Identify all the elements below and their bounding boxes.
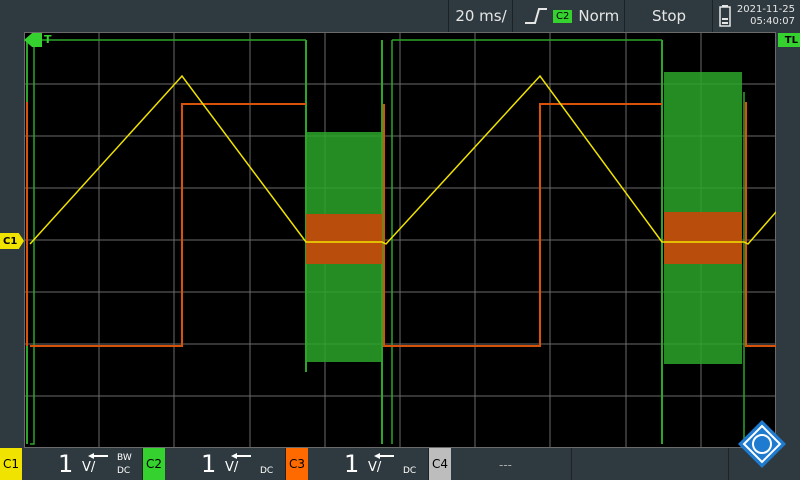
trigger-level-marker[interactable]: TL (778, 33, 800, 47)
trigger-position-label: T (44, 33, 52, 46)
status-area: 2021-11-25 05:40:07 (712, 0, 800, 32)
waveform-display[interactable] (24, 32, 777, 448)
channel3-trace (26, 102, 776, 347)
date-time: 2021-11-25 05:40:07 (737, 4, 795, 28)
channel3-burst-2 (664, 212, 742, 264)
channel4-placeholder: --- (499, 458, 512, 472)
battery-icon (719, 5, 731, 27)
grid (24, 32, 776, 448)
trigger-control[interactable]: C2 Norm (512, 0, 625, 32)
channel1-tag: C1 (0, 448, 22, 480)
channel2-trace (26, 39, 745, 445)
waveform-svg (24, 32, 777, 448)
timebase-control[interactable]: 20 ms/ (448, 0, 513, 32)
date-label: 2021-11-25 (736, 4, 795, 15)
channel4-tag: C4 (429, 448, 451, 480)
channel1-coupling: DC (117, 466, 131, 476)
channel2-settings[interactable]: C2 1 V/ DC (143, 448, 286, 480)
channel3-burst-1 (306, 214, 382, 264)
channel2-unit: V/ (225, 460, 239, 475)
channel3-scale: 1 (344, 450, 360, 478)
channel1-bandwidth-label: BW (117, 453, 132, 463)
probe-arrow-icon (231, 453, 251, 459)
right-margin (776, 32, 800, 448)
rohde-schwarz-logo (738, 420, 786, 468)
trigger-mode: Norm (578, 7, 620, 25)
probe-arrow-icon (88, 453, 108, 459)
channel4-settings[interactable]: C4 --- (429, 448, 572, 480)
channel3-coupling: DC (403, 466, 417, 476)
time-label: 05:40:07 (750, 16, 795, 27)
channel2-tag: C2 (143, 448, 165, 480)
run-stop-button[interactable]: Stop (624, 0, 713, 32)
rising-edge-icon (525, 8, 547, 24)
channel1-unit: V/ (82, 460, 96, 475)
channel1-settings[interactable]: C1 1 V/ BW DC (0, 448, 143, 480)
channel2-coupling: DC (260, 466, 274, 476)
trigger-source-badge: C2 (553, 9, 573, 23)
channel1-scale: 1 (58, 450, 74, 478)
top-status-bar: 20 ms/ C2 Norm Stop 2021-11-25 05:40:07 (0, 0, 800, 32)
channel-bar: C1 1 V/ BW DC C2 1 V/ DC C3 1 V/ DC C4 -… (0, 420, 800, 480)
channel3-unit: V/ (368, 460, 382, 475)
empty-slot (572, 448, 729, 480)
channel3-tag: C3 (286, 448, 308, 480)
channel2-scale: 1 (201, 450, 217, 478)
channel3-settings[interactable]: C3 1 V/ DC (286, 448, 429, 480)
timebase-value: 20 ms/ (455, 7, 507, 25)
probe-arrow-icon (374, 453, 394, 459)
run-state-label: Stop (651, 7, 687, 25)
